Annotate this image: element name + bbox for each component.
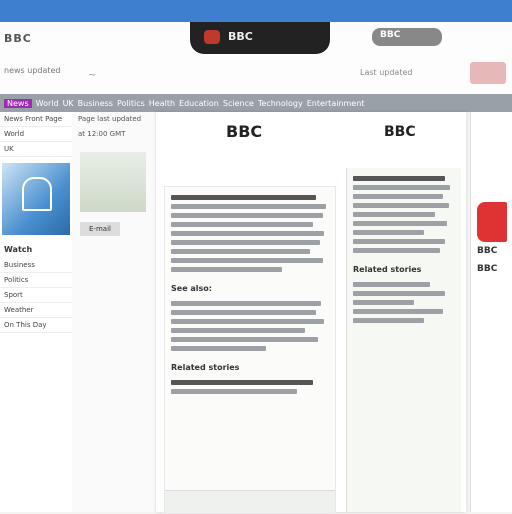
top-bar: [0, 0, 512, 22]
center-brand-label: BBC: [228, 30, 253, 43]
masthead: BBC news updated ~ BBC BBC Last updated: [0, 22, 512, 95]
right-label: BBC: [477, 246, 498, 256]
article-body: See also: Related stories: [164, 186, 336, 514]
related-column: Related stories: [346, 168, 461, 512]
thumbnail-image[interactable]: [80, 152, 146, 212]
nav-item[interactable]: News: [4, 98, 32, 108]
feature-image[interactable]: [2, 163, 70, 235]
advert-image[interactable]: [477, 202, 507, 242]
sidebar-link[interactable]: Sport: [0, 288, 72, 303]
main-nav: News World UK Business Politics Health E…: [0, 94, 512, 112]
column-text: Page last updated: [78, 115, 142, 123]
sidebar-heading: Watch: [4, 245, 33, 254]
sidebar-link[interactable]: Weather: [0, 303, 72, 318]
right-sidebar: BBC BBC: [470, 112, 512, 512]
nav-item[interactable]: World: [36, 99, 59, 108]
right-label: BBC: [477, 264, 498, 274]
nav-item[interactable]: Health: [149, 99, 175, 108]
nav-item[interactable]: Technology: [258, 99, 303, 108]
nav-item[interactable]: UK: [63, 99, 74, 108]
right-brand[interactable]: BBC: [372, 28, 442, 46]
tagline: news updated: [4, 66, 61, 75]
nav-item[interactable]: Education: [179, 99, 219, 108]
sidebar-link[interactable]: UK: [0, 142, 72, 157]
last-updated: Last updated: [360, 68, 413, 77]
sidebar-link[interactable]: Politics: [0, 273, 72, 288]
promo-badge[interactable]: [470, 62, 506, 84]
article-title-right: BBC: [384, 124, 416, 140]
right-brand-label: BBC: [380, 30, 401, 40]
nav-item[interactable]: Entertainment: [307, 99, 365, 108]
sidebar-link[interactable]: Business: [0, 258, 72, 273]
email-button[interactable]: E-mail: [80, 222, 120, 236]
secondary-column: Page last updated at 12:00 GMT E-mail: [72, 112, 157, 512]
main-article: BBC BBC See also: Related stories Relate…: [156, 112, 466, 514]
nav-item[interactable]: Politics: [117, 99, 145, 108]
section-heading: See also:: [171, 284, 212, 293]
swoosh-icon: ~: [88, 70, 97, 81]
center-brand[interactable]: BBC: [190, 22, 330, 54]
site-logo[interactable]: BBC: [4, 32, 32, 45]
nav-item[interactable]: Science: [223, 99, 254, 108]
nav-item[interactable]: Business: [78, 99, 113, 108]
article-title: BBC: [226, 122, 263, 141]
brand-icon: [204, 30, 220, 44]
column-text: at 12:00 GMT: [78, 130, 126, 138]
sidebar-link[interactable]: News Front Page: [0, 112, 72, 127]
left-sidebar: News Front Page World UK Watch Business …: [0, 112, 72, 512]
article-footer: [165, 490, 335, 513]
sidebar-link[interactable]: World: [0, 127, 72, 142]
feature-icon: [22, 177, 52, 211]
related-heading: Related stories: [353, 265, 422, 274]
section-heading: Related stories: [171, 363, 240, 372]
sidebar-link[interactable]: On This Day: [0, 318, 72, 333]
